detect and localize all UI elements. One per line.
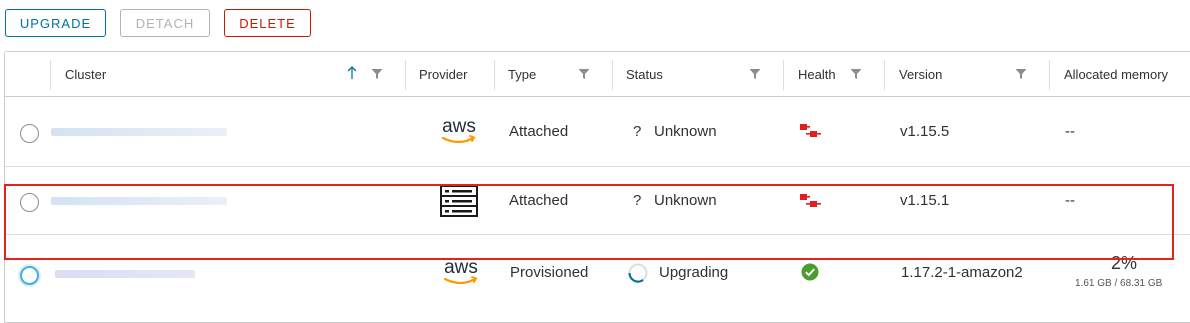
column-header-provider[interactable]: Provider bbox=[419, 52, 467, 96]
filter-icon[interactable] bbox=[850, 68, 862, 80]
cluster-type: Attached bbox=[509, 192, 569, 209]
cluster-name-redacted[interactable] bbox=[51, 197, 227, 205]
disconnected-plug-icon bbox=[800, 194, 821, 207]
filter-icon[interactable] bbox=[578, 68, 590, 80]
row-select-radio[interactable] bbox=[20, 124, 39, 143]
table-row[interactable]: Attached ? Unknown v1.15.1 -- bbox=[5, 167, 1190, 235]
question-mark-icon: ? bbox=[633, 192, 642, 209]
cluster-type: Attached bbox=[509, 123, 569, 140]
column-separator bbox=[1049, 60, 1050, 90]
cluster-status: Unknown bbox=[654, 123, 717, 140]
row-select-radio[interactable] bbox=[20, 266, 39, 285]
column-separator bbox=[783, 60, 784, 90]
filter-icon[interactable] bbox=[371, 68, 383, 80]
detach-button[interactable]: DETACH bbox=[120, 9, 210, 37]
spinner-icon bbox=[628, 263, 648, 283]
aws-logo: aws bbox=[441, 116, 476, 144]
upgrade-button[interactable]: UPGRADE bbox=[5, 9, 106, 37]
table-row[interactable]: aws Attached ? Unknown v1.15.5 -- bbox=[5, 97, 1190, 167]
column-header-status[interactable]: Status bbox=[626, 52, 663, 96]
filter-icon[interactable] bbox=[749, 68, 761, 80]
aws-logo: aws bbox=[443, 257, 478, 285]
allocated-memory: -- bbox=[1065, 192, 1075, 209]
column-label-status: Status bbox=[626, 66, 663, 82]
column-label-health: Health bbox=[798, 66, 836, 82]
column-header-version[interactable]: Version bbox=[899, 52, 942, 96]
column-separator bbox=[494, 60, 495, 90]
column-label-provider: Provider bbox=[419, 66, 468, 82]
svg-text:aws: aws bbox=[444, 257, 478, 278]
cluster-version: v1.15.5 bbox=[900, 123, 950, 140]
allocated-memory: -- bbox=[1065, 123, 1075, 140]
sort-ascending-icon[interactable] bbox=[347, 66, 357, 80]
check-circle-icon bbox=[801, 263, 819, 281]
question-mark-icon: ? bbox=[633, 123, 642, 140]
column-separator bbox=[405, 60, 406, 90]
column-label-allocated-memory: Allocated memory bbox=[1064, 66, 1169, 82]
cluster-status: Unknown bbox=[654, 192, 717, 209]
datagrid-header: Cluster Provider Type Status Health Vers… bbox=[5, 52, 1190, 97]
cluster-version: 1.17.2-1-amazon2 bbox=[901, 264, 1023, 281]
action-toolbar: UPGRADE DETACH DELETE bbox=[5, 9, 311, 37]
disconnected-plug-icon bbox=[800, 124, 821, 137]
allocated-memory-detail: 1.61 GB / 68.31 GB bbox=[1075, 278, 1163, 289]
delete-button[interactable]: DELETE bbox=[224, 9, 311, 37]
column-label-type: Type bbox=[508, 66, 537, 82]
cluster-version: v1.15.1 bbox=[900, 192, 950, 209]
column-header-type[interactable]: Type bbox=[508, 52, 536, 96]
server-rack-icon bbox=[440, 185, 478, 217]
column-header-health[interactable]: Health bbox=[798, 52, 836, 96]
cluster-status: Upgrading bbox=[659, 264, 729, 281]
cluster-name-redacted[interactable] bbox=[55, 270, 195, 278]
table-row[interactable]: aws Provisioned Upgrading 1.17.2-1-amazo… bbox=[5, 235, 1190, 322]
column-header-cluster[interactable]: Cluster bbox=[65, 52, 106, 96]
allocated-memory-percent: 2% bbox=[1111, 253, 1138, 273]
column-label-cluster: Cluster bbox=[65, 66, 107, 82]
column-header-allocated-memory[interactable]: Allocated memory bbox=[1064, 52, 1168, 96]
cluster-type: Provisioned bbox=[510, 264, 589, 281]
svg-text:aws: aws bbox=[442, 116, 476, 137]
column-separator bbox=[884, 60, 885, 90]
filter-icon[interactable] bbox=[1015, 68, 1027, 80]
column-separator bbox=[50, 60, 51, 90]
column-label-version: Version bbox=[899, 66, 943, 82]
row-select-radio[interactable] bbox=[20, 193, 39, 212]
clusters-datagrid: Cluster Provider Type Status Health Vers… bbox=[4, 51, 1190, 323]
cluster-name-redacted[interactable] bbox=[51, 128, 227, 136]
column-separator bbox=[612, 60, 613, 90]
